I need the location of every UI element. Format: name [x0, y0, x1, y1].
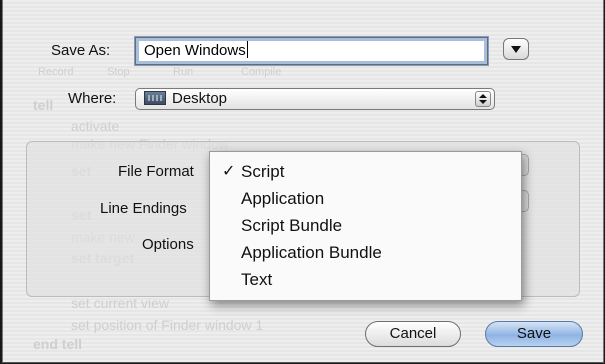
text-caret	[246, 41, 248, 58]
checkmark-icon: ✓	[222, 163, 236, 180]
where-value: Desktop	[172, 90, 228, 107]
menu-item-label: Application	[241, 189, 325, 208]
bg-toolbar-run: Run	[173, 66, 194, 78]
popup-stepper-icon	[475, 91, 491, 107]
menu-item-text[interactable]: Text	[210, 266, 521, 293]
where-label: Where:	[68, 90, 117, 107]
bg-line: activate	[71, 118, 120, 134]
save-button[interactable]: Save	[485, 321, 583, 347]
options-label: Options	[142, 236, 194, 253]
menu-item-application[interactable]: Application	[210, 185, 521, 212]
save-as-input[interactable]: Open Windows	[135, 37, 488, 65]
menu-item-label: Script	[241, 162, 285, 181]
cancel-button[interactable]: Cancel	[365, 321, 461, 347]
file-format-menu: ✓ Script Application Script Bundle Appli…	[209, 151, 522, 301]
menu-item-label: Script Bundle	[241, 216, 343, 235]
bg-line: set current view	[71, 295, 170, 311]
file-format-label: File Format	[118, 163, 194, 180]
menu-item-script[interactable]: ✓ Script	[210, 158, 521, 185]
menu-item-application-bundle[interactable]: Application Bundle	[210, 239, 521, 266]
menu-item-label: Text	[241, 270, 273, 289]
disclosure-triangle-icon	[511, 45, 521, 53]
bg-line: tell	[33, 97, 54, 113]
save-as-value: Open Windows	[144, 42, 246, 59]
bg-line: end tell	[33, 336, 83, 352]
save-as-label: Save As:	[51, 42, 111, 59]
menu-item-script-bundle[interactable]: Script Bundle	[210, 212, 521, 239]
bg-line: set position of Finder window 1	[71, 317, 264, 333]
menu-item-label: Application Bundle	[241, 243, 382, 262]
bg-toolbar-stop: Stop	[107, 66, 130, 78]
where-popup-button[interactable]: Desktop	[135, 88, 495, 110]
bg-toolbar-record: Record	[38, 66, 74, 78]
line-endings-label: Line Endings	[100, 200, 187, 217]
expand-dialog-button[interactable]	[503, 38, 529, 60]
bg-toolbar-compile: Compile	[241, 66, 282, 78]
desktop-folder-icon	[144, 91, 166, 105]
save-dialog-sheet: Record Stop Run Compile tell activate ma…	[2, 0, 604, 363]
